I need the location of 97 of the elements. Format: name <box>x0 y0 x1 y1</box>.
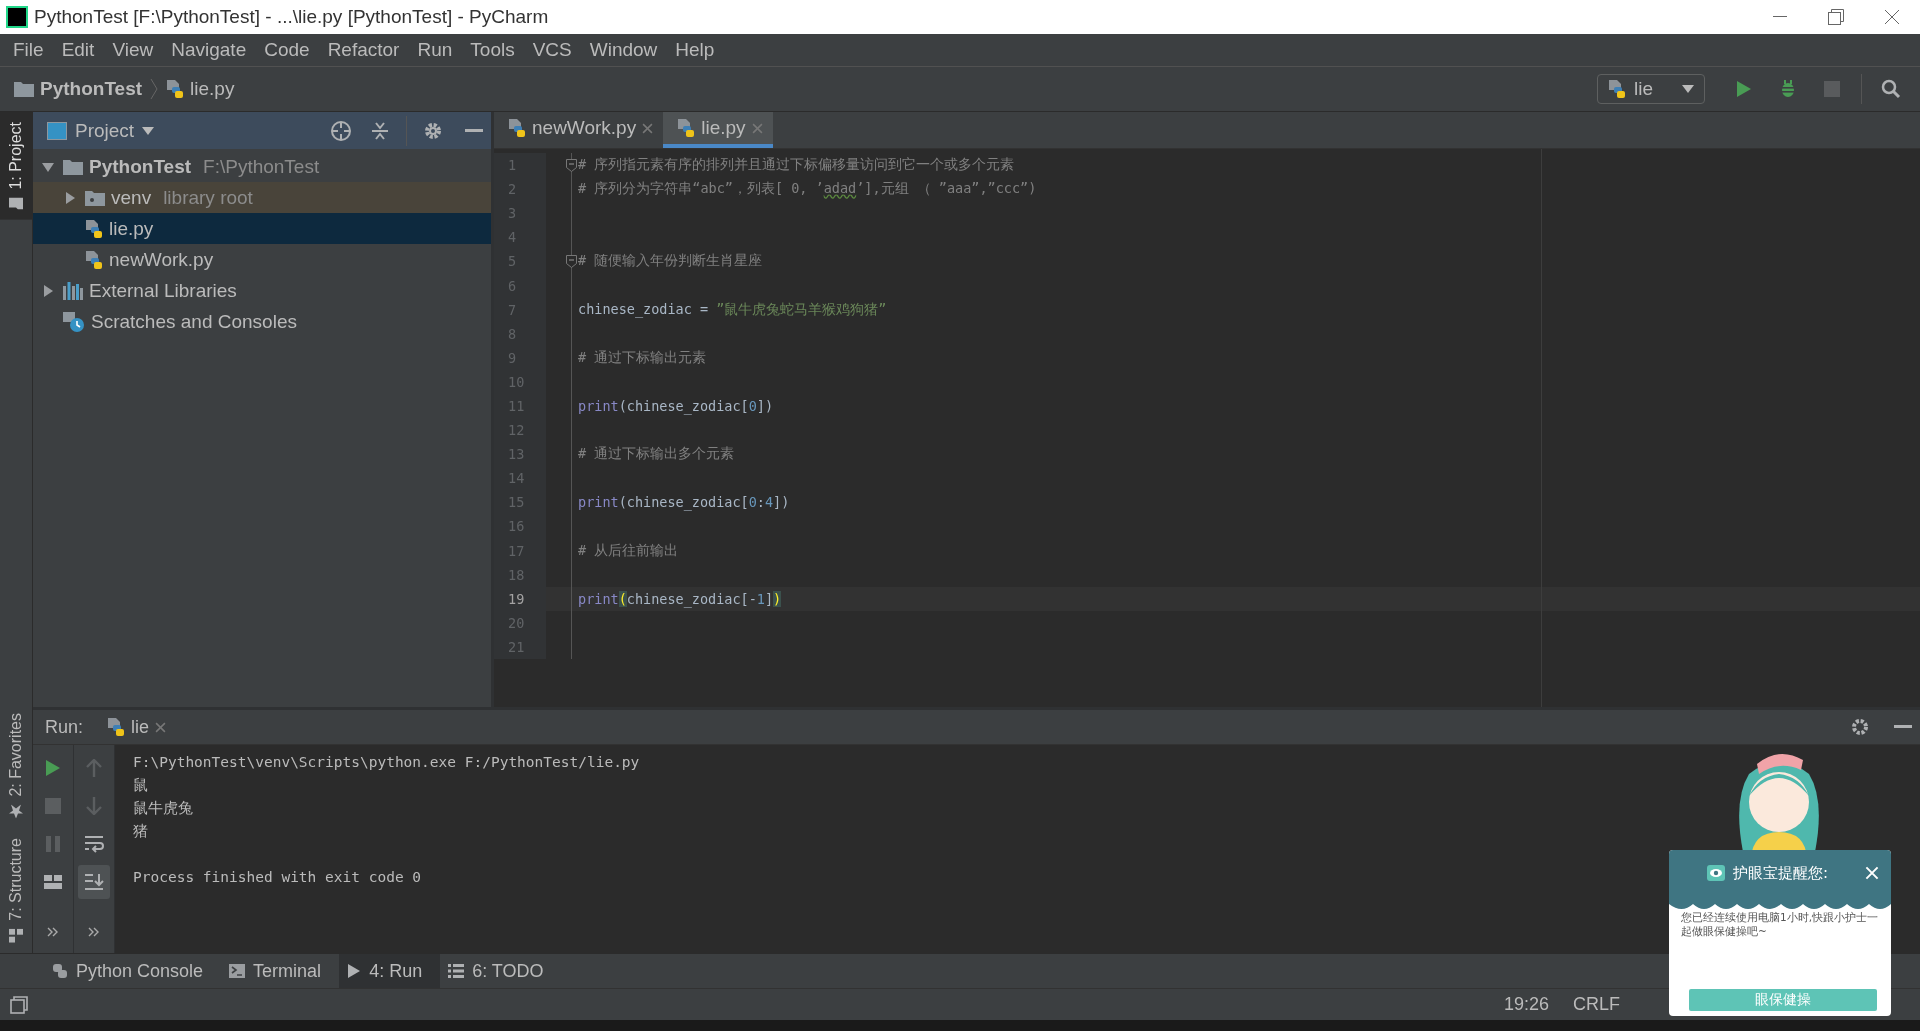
menu-item[interactable]: Help <box>666 39 724 61</box>
caret-icon <box>142 126 155 135</box>
chevron-icon <box>88 927 100 937</box>
breadcrumb-item[interactable]: lie.py <box>166 78 235 100</box>
close-icon[interactable] <box>642 122 654 134</box>
python-file-icon <box>508 118 526 138</box>
scroll-to-end-icon <box>84 873 104 891</box>
settings-icon[interactable] <box>1850 717 1870 737</box>
chevron-icon <box>47 927 59 937</box>
minimize-icon <box>1773 16 1787 18</box>
layout-icon <box>44 875 62 889</box>
python-icon <box>107 717 126 737</box>
crosshair-icon[interactable] <box>330 119 352 142</box>
star-icon <box>9 804 23 819</box>
tree-item[interactable]: Scratches and Consoles <box>33 306 491 337</box>
tool-window-tab[interactable]: 6: TODO <box>440 954 562 988</box>
line-separator[interactable]: CRLF <box>1573 994 1620 1015</box>
tool-window-tab[interactable]: 4: Run <box>339 954 441 988</box>
breadcrumb-item[interactable]: PythonTest <box>14 78 143 100</box>
menu-item[interactable]: Run <box>408 39 462 61</box>
tool-window-button[interactable]: 1: Project <box>0 112 32 220</box>
tree-item[interactable]: External Libraries <box>33 275 491 306</box>
scroll-end-button[interactable] <box>78 865 110 899</box>
menu-item[interactable]: Code <box>255 39 319 61</box>
popup-message: 您已经连续使用电脑1小时,快跟小护士一起做眼保健操吧~ <box>1680 910 1880 938</box>
editor-tab[interactable]: lie.py <box>663 112 773 148</box>
panel-title[interactable]: Project <box>75 119 135 142</box>
menu-item[interactable]: Refactor <box>318 39 409 61</box>
python-icon <box>52 963 68 979</box>
breadcrumb-separator-icon <box>150 78 159 100</box>
pause-icon <box>46 836 60 852</box>
caret-position[interactable]: 19:26 <box>1503 994 1549 1015</box>
library-icon <box>63 281 83 300</box>
console-output-line: Process finished with exit code 0 <box>133 868 422 887</box>
menu-item[interactable]: VCS <box>523 39 581 61</box>
minimize-icon[interactable] <box>1894 725 1912 729</box>
python-file-icon <box>85 249 103 270</box>
tool-window-tab[interactable]: Python Console <box>44 954 222 988</box>
window-icon <box>47 121 67 140</box>
collapsed-arrow-icon <box>64 191 76 204</box>
app-logo-icon <box>6 6 28 28</box>
menu-item[interactable]: File <box>4 39 53 61</box>
soft-wrap-icon <box>84 835 104 853</box>
window-title: PythonTest [F:\PythonTest] - ...\lie.py [PythonTest] - PyCharm <box>33 6 550 28</box>
folder-icon <box>63 158 83 175</box>
down-arrow-icon <box>86 797 102 815</box>
list-icon <box>448 964 465 978</box>
python-file-icon <box>166 79 185 99</box>
tree-item[interactable]: lie.py <box>33 213 491 244</box>
tool-window-tab[interactable]: Terminal <box>221 954 340 988</box>
console-output-line: 鼠牛虎兔 <box>133 798 193 819</box>
close-icon <box>1884 9 1900 25</box>
folder-icon <box>9 197 23 210</box>
run-icon <box>347 963 362 979</box>
up-arrow-icon <box>86 759 102 777</box>
panel-title: Run: <box>45 716 84 738</box>
run-configuration-dropdown[interactable]: lie <box>1597 74 1705 104</box>
tool-window-button[interactable]: 2: Favorites <box>0 702 32 829</box>
tree-item[interactable]: venv library root <box>33 182 491 213</box>
menu-item[interactable]: View <box>103 39 163 61</box>
menu-item[interactable]: Edit <box>52 39 104 61</box>
minimize-icon[interactable] <box>465 128 483 133</box>
tool-window-button[interactable]: 7: Structure <box>0 828 32 953</box>
stop-icon <box>45 798 61 814</box>
python-file-icon <box>677 118 696 138</box>
python-icon <box>1608 79 1626 99</box>
fold-marker-icon[interactable] <box>566 254 577 268</box>
menu-item[interactable]: Tools <box>461 39 524 61</box>
expanded-arrow-icon <box>42 160 54 173</box>
eye-icon <box>1707 865 1725 881</box>
run-icon <box>1736 80 1752 98</box>
python-file-icon <box>85 218 103 239</box>
run-icon <box>45 759 61 777</box>
settings-icon[interactable] <box>423 120 443 141</box>
terminal-icon <box>229 964 246 978</box>
folder-icon <box>14 81 34 97</box>
close-icon[interactable] <box>155 721 167 733</box>
console-output-line: F:\PythonTest\venv\Scripts\python.exe F:/PythonTest/lie.py <box>133 753 640 772</box>
scratch-icon <box>63 310 85 333</box>
collapsed-arrow-icon <box>42 284 54 297</box>
collapse-all-icon[interactable] <box>370 120 390 141</box>
editor-tab[interactable]: newWork.py <box>494 112 664 148</box>
tree-item[interactable]: newWork.py <box>33 244 491 275</box>
folder-icon <box>85 189 105 206</box>
stop-icon <box>1824 81 1840 97</box>
popup-title: 护眼宝提醒您: <box>1733 863 1830 883</box>
menu-item[interactable]: Window <box>580 39 667 61</box>
console-output-line: 猪 <box>133 821 148 842</box>
structure-icon <box>9 929 23 943</box>
menu-item[interactable]: Navigate <box>162 39 256 61</box>
console-output-line: 鼠 <box>133 775 148 796</box>
search-icon <box>1881 79 1901 99</box>
caret-icon <box>1682 85 1694 93</box>
tree-item[interactable]: PythonTest F:\PythonTest <box>33 151 491 182</box>
restore-icon <box>1828 9 1844 25</box>
panel-toggle-icon[interactable] <box>10 995 28 1014</box>
fold-marker-icon[interactable] <box>566 158 577 172</box>
